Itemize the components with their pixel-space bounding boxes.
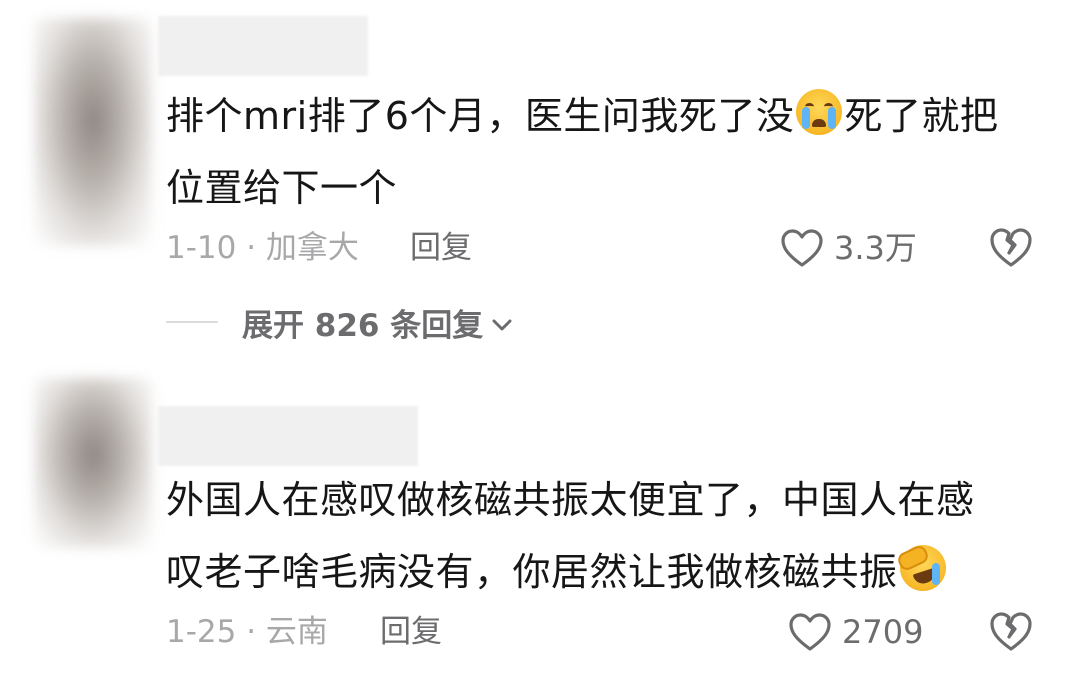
comment-text: 外国人在感叹做核磁共振太便宜了，中国人在感 叹老子啥毛病没有，你居然让我做核磁共… (166, 478, 975, 594)
heart-icon (781, 229, 823, 267)
avatar[interactable] (34, 378, 152, 548)
date-location: 1-25 · 云南 (166, 614, 328, 650)
like-button[interactable]: 3.3万 (780, 226, 917, 270)
reply-button[interactable]: 回复 (380, 610, 442, 654)
comment-text: 排个mri排了6个月，医生问我死了没 死了就把 位置给下一个 (166, 80, 1046, 224)
divider-line (166, 321, 218, 323)
dislike-button[interactable] (988, 225, 1034, 271)
broken-heart-icon (990, 228, 1032, 267)
username-redacted[interactable] (158, 406, 418, 466)
reply-button[interactable]: 回复 (410, 226, 472, 270)
rolling-laughing-face-icon (895, 543, 946, 591)
like-button[interactable]: 2709 (788, 610, 923, 654)
expand-replies-label: 展开 826 条回复 (242, 307, 484, 344)
expand-replies-button[interactable]: 展开 826 条回复 (166, 300, 513, 344)
like-count: 3.3万 (834, 229, 917, 267)
chevron-down-icon (491, 304, 513, 340)
like-count: 2709 (842, 613, 924, 651)
heart-icon (789, 613, 831, 651)
avatar[interactable] (34, 18, 152, 246)
comment-meta: 1-10 · 加拿大 回复 (166, 226, 486, 270)
loudly-crying-face-icon (796, 89, 843, 135)
broken-heart-icon (990, 612, 1032, 651)
comment-meta: 1-25 · 云南 回复 (166, 610, 486, 654)
comment-item-1: 排个mri排了6个月，医生问我死了没 死了就把 位置给下一个 1-10 · 加拿大… (0, 0, 1080, 300)
username-redacted[interactable] (158, 16, 368, 76)
comment-item-2: 外国人在感叹做核磁共振太便宜了，中国人在感 叹老子啥毛病没有，你居然让我做核磁共… (0, 360, 1080, 678)
date-location: 1-10 · 加拿大 (166, 230, 359, 266)
dislike-button[interactable] (988, 609, 1034, 655)
